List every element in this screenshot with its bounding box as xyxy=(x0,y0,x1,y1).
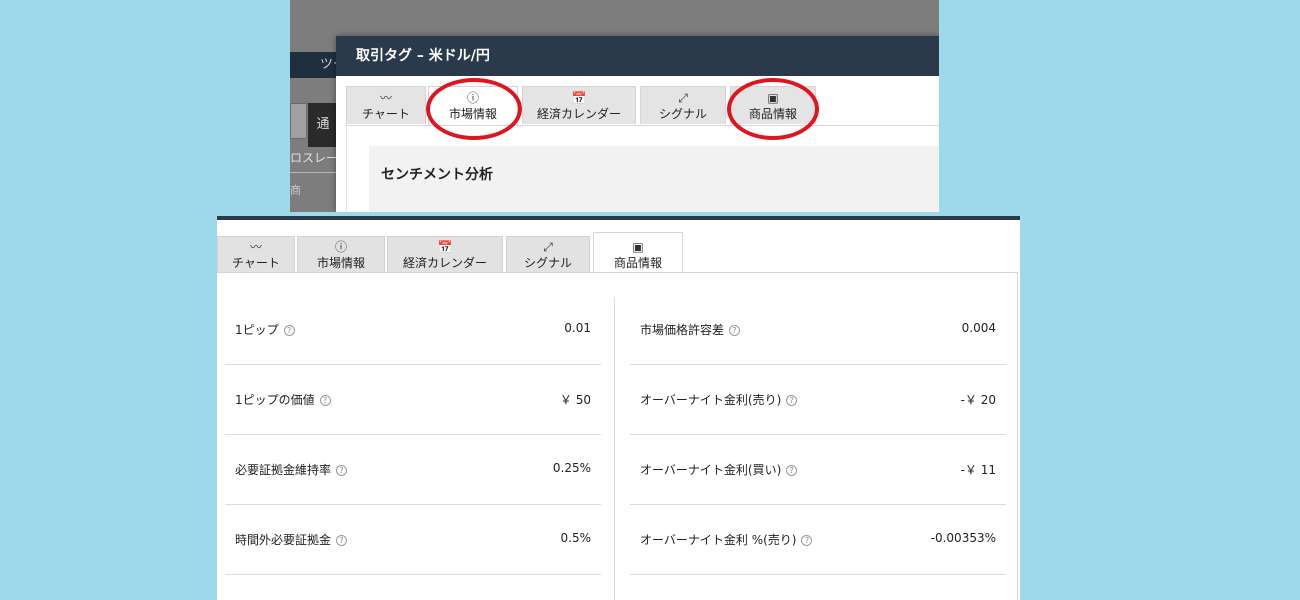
line-chart-icon: 〰 xyxy=(249,240,262,254)
info-label: オーバーナイト金利(売り) xyxy=(640,393,782,407)
dialog-body: センチメント分析 xyxy=(346,125,939,212)
tab-economic-calendar[interactable]: 📅 経済カレンダー xyxy=(387,236,503,272)
sentiment-section-title: センチメント分析 xyxy=(369,146,939,212)
info-value: 0.01 xyxy=(564,321,591,335)
info-value: -0.00353% xyxy=(930,531,996,545)
info-row-overnight-buy: オーバーナイト金利(買い)? -￥ 11 xyxy=(630,435,1006,505)
tab-chart-label: チャート xyxy=(232,256,280,270)
highlight-ring-product-info xyxy=(727,78,819,140)
tab-market-info[interactable]: ⓘ 市場情報 xyxy=(297,236,385,272)
calendar-icon: 📅 xyxy=(437,240,453,254)
signal-icon: ⤢ xyxy=(678,91,688,105)
help-icon[interactable]: ? xyxy=(786,395,798,406)
info-value: 0.5% xyxy=(560,531,592,545)
info-label: 1ピップの価値 xyxy=(235,393,315,407)
tab-signal-label: シグナル xyxy=(523,256,572,270)
background-button-dark[interactable]: 通 xyxy=(308,103,338,147)
info-value: -￥ 11 xyxy=(960,463,996,477)
background-partial-char: 商 xyxy=(290,184,301,197)
info-row-off-hours-margin: 時間外必要証拠金? 0.5% xyxy=(225,505,601,575)
info-label: オーバーナイト金利 %(売り) xyxy=(640,533,797,547)
line-chart-icon: 〰 xyxy=(379,91,392,105)
presentation-icon: ▣ xyxy=(632,240,644,254)
tab-product-info-label: 商品情報 xyxy=(613,256,662,270)
help-icon[interactable]: ? xyxy=(319,395,331,406)
tab-chart-label: チャート xyxy=(362,107,410,121)
tab-economic-calendar-label: 経済カレンダー xyxy=(536,107,621,121)
highlight-ring-market-info xyxy=(426,78,522,140)
background-button-grey[interactable] xyxy=(290,103,307,139)
calendar-icon: 📅 xyxy=(571,91,587,105)
info-value: 0.25% xyxy=(552,461,591,475)
info-row-price-tolerance: 市場価格許容差? 0.004 xyxy=(630,295,1006,365)
tab-signal[interactable]: ⤢ シグナル xyxy=(640,86,726,124)
signal-icon: ⤢ xyxy=(543,240,553,254)
trade-tag-dialog: 取引タグ – 米ドル/円 〰 チャート ⓘ 市場情報 📅 経済カレンダー ⤢ シ… xyxy=(336,36,939,212)
info-icon: ⓘ xyxy=(334,240,347,254)
info-row-overnight-sell: オーバーナイト金利(売り)? -￥ 20 xyxy=(630,365,1006,435)
info-label: 市場価格許容差 xyxy=(640,323,725,337)
help-icon[interactable]: ? xyxy=(801,535,813,546)
info-row-margin-maintenance: 必要証拠金維持率? 0.25% xyxy=(225,435,601,505)
info-row-pip: 1ピップ? 0.01 xyxy=(225,295,601,365)
tab-signal[interactable]: ⤢ シグナル xyxy=(506,236,590,272)
info-label: 時間外必要証拠金 xyxy=(235,533,332,547)
tab-chart[interactable]: 〰 チャート xyxy=(217,236,295,272)
top-screenshot: ツー 通 ロスレー 商 取引タグ – 米ドル/円 〰 チャート ⓘ 市場情報 📅… xyxy=(290,0,939,212)
product-tab-bar: 〰 チャート ⓘ 市場情報 📅 経済カレンダー ⤢ シグナル ▣ 商品情報 xyxy=(217,232,1020,274)
tab-economic-calendar-label: 経済カレンダー xyxy=(402,256,487,270)
column-divider xyxy=(614,297,615,600)
info-value: -￥ 20 xyxy=(960,393,996,407)
info-row-overnight-sell-pct: オーバーナイト金利 %(売り)? -0.00353% xyxy=(630,505,1006,575)
info-row-pip-value: 1ピップの価値? ￥ 50 xyxy=(225,365,601,435)
dialog-title: 取引タグ – 米ドル/円 xyxy=(336,36,939,76)
info-value: 0.004 xyxy=(961,321,996,335)
product-info-right-column: 市場価格許容差? 0.004 オーバーナイト金利(売り)? -￥ 20 オーバー… xyxy=(630,295,1006,575)
help-icon[interactable]: ? xyxy=(786,465,798,476)
background-divider xyxy=(290,172,340,173)
help-icon[interactable]: ? xyxy=(336,535,348,546)
product-info-left-column: 1ピップ? 0.01 1ピップの価値? ￥ 50 必要証拠金維持率? 0.25%… xyxy=(225,295,601,575)
tab-economic-calendar[interactable]: 📅 経済カレンダー xyxy=(522,86,636,124)
info-label: 1ピップ xyxy=(235,323,279,337)
help-icon[interactable]: ? xyxy=(729,325,741,336)
info-value: ￥ 50 xyxy=(559,393,591,407)
bottom-screenshot: 〰 チャート ⓘ 市場情報 📅 経済カレンダー ⤢ シグナル ▣ 商品情報 1ピ… xyxy=(217,216,1020,600)
product-info-panel: 1ピップ? 0.01 1ピップの価値? ￥ 50 必要証拠金維持率? 0.25%… xyxy=(217,272,1018,600)
info-label: オーバーナイト金利(買い) xyxy=(640,463,782,477)
tab-product-info[interactable]: ▣ 商品情報 xyxy=(593,232,683,273)
tab-signal-label: シグナル xyxy=(658,107,707,121)
tab-chart[interactable]: 〰 チャート xyxy=(346,86,426,124)
help-icon[interactable]: ? xyxy=(283,325,295,336)
help-icon[interactable]: ? xyxy=(336,465,348,476)
info-label: 必要証拠金維持率 xyxy=(235,463,332,477)
tab-market-info-label: 市場情報 xyxy=(316,256,365,270)
